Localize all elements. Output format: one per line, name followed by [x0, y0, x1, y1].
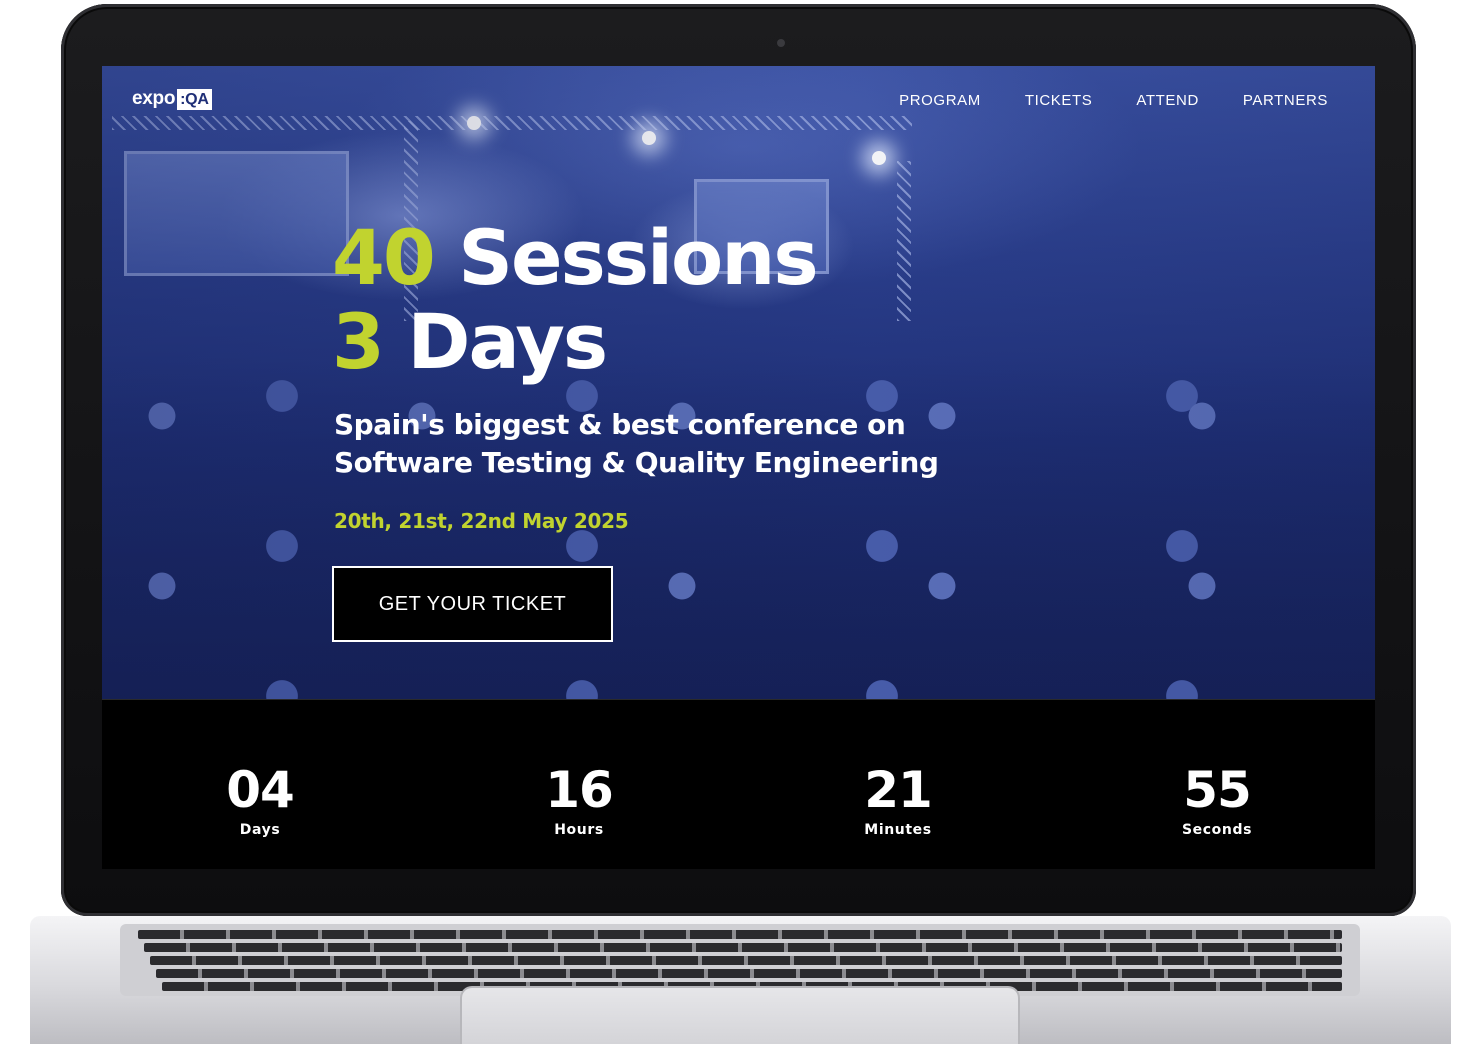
days-word: Days [407, 297, 608, 386]
hero-subtitle: Spain's biggest & best conference on Sof… [334, 406, 1034, 482]
countdown-value: 55 [1183, 761, 1252, 819]
countdown-label: Minutes [864, 822, 932, 838]
laptop-screen: expo :QA PROGRAM TICKETS ATTEND PARTNERS… [102, 66, 1375, 869]
countdown-label: Hours [554, 822, 604, 838]
countdown-value: 16 [545, 761, 614, 819]
nav-item-tickets[interactable]: TICKETS [1025, 92, 1093, 109]
countdown-hours: 16 Hours [479, 762, 679, 838]
hero-section: expo :QA PROGRAM TICKETS ATTEND PARTNERS… [102, 66, 1375, 699]
nav-item-partners[interactable]: PARTNERS [1243, 92, 1328, 109]
nav-item-attend[interactable]: ATTEND [1136, 92, 1199, 109]
headline-line-2: 3 Days [332, 300, 817, 384]
hero-headline: 40 Sessions 3 Days [332, 213, 819, 384]
headline-line-1: 40 Sessions [332, 213, 819, 302]
countdown-minutes: 21 Minutes [798, 762, 998, 838]
main-nav: PROGRAM TICKETS ATTEND PARTNERS [899, 92, 1328, 109]
logo-text: expo [132, 88, 176, 109]
keyboard-row [156, 969, 1342, 978]
logo-qa-box: :QA [177, 88, 212, 110]
keyboard-row [138, 930, 1342, 939]
keyboard-row [150, 956, 1342, 965]
countdown-seconds: 55 Seconds [1117, 762, 1317, 838]
trackpad [460, 986, 1020, 1044]
event-dates: 20th, 21st, 22nd May 2025 [334, 509, 629, 533]
countdown-label: Days [239, 822, 281, 838]
camera-icon [777, 39, 785, 47]
days-count: 3 [332, 297, 385, 386]
countdown-value: 21 [864, 761, 933, 819]
subtitle-line-1: Spain's biggest & best conference on [334, 408, 906, 441]
get-ticket-button[interactable]: GET YOUR TICKET [332, 566, 613, 642]
countdown-days: 04 Days [160, 762, 360, 838]
countdown-value: 04 [226, 761, 295, 819]
countdown-bar: 04 Days 16 Hours 21 Minutes 55 Seconds [102, 699, 1375, 869]
countdown-label: Seconds [1181, 822, 1253, 838]
nav-item-program[interactable]: PROGRAM [899, 92, 981, 109]
keyboard-row [144, 943, 1342, 952]
sessions-word: Sessions [458, 213, 818, 302]
subtitle-line-2: Software Testing & Quality Engineering [334, 446, 939, 479]
site-logo[interactable]: expo :QA [132, 88, 212, 110]
sessions-count: 40 [332, 213, 436, 302]
